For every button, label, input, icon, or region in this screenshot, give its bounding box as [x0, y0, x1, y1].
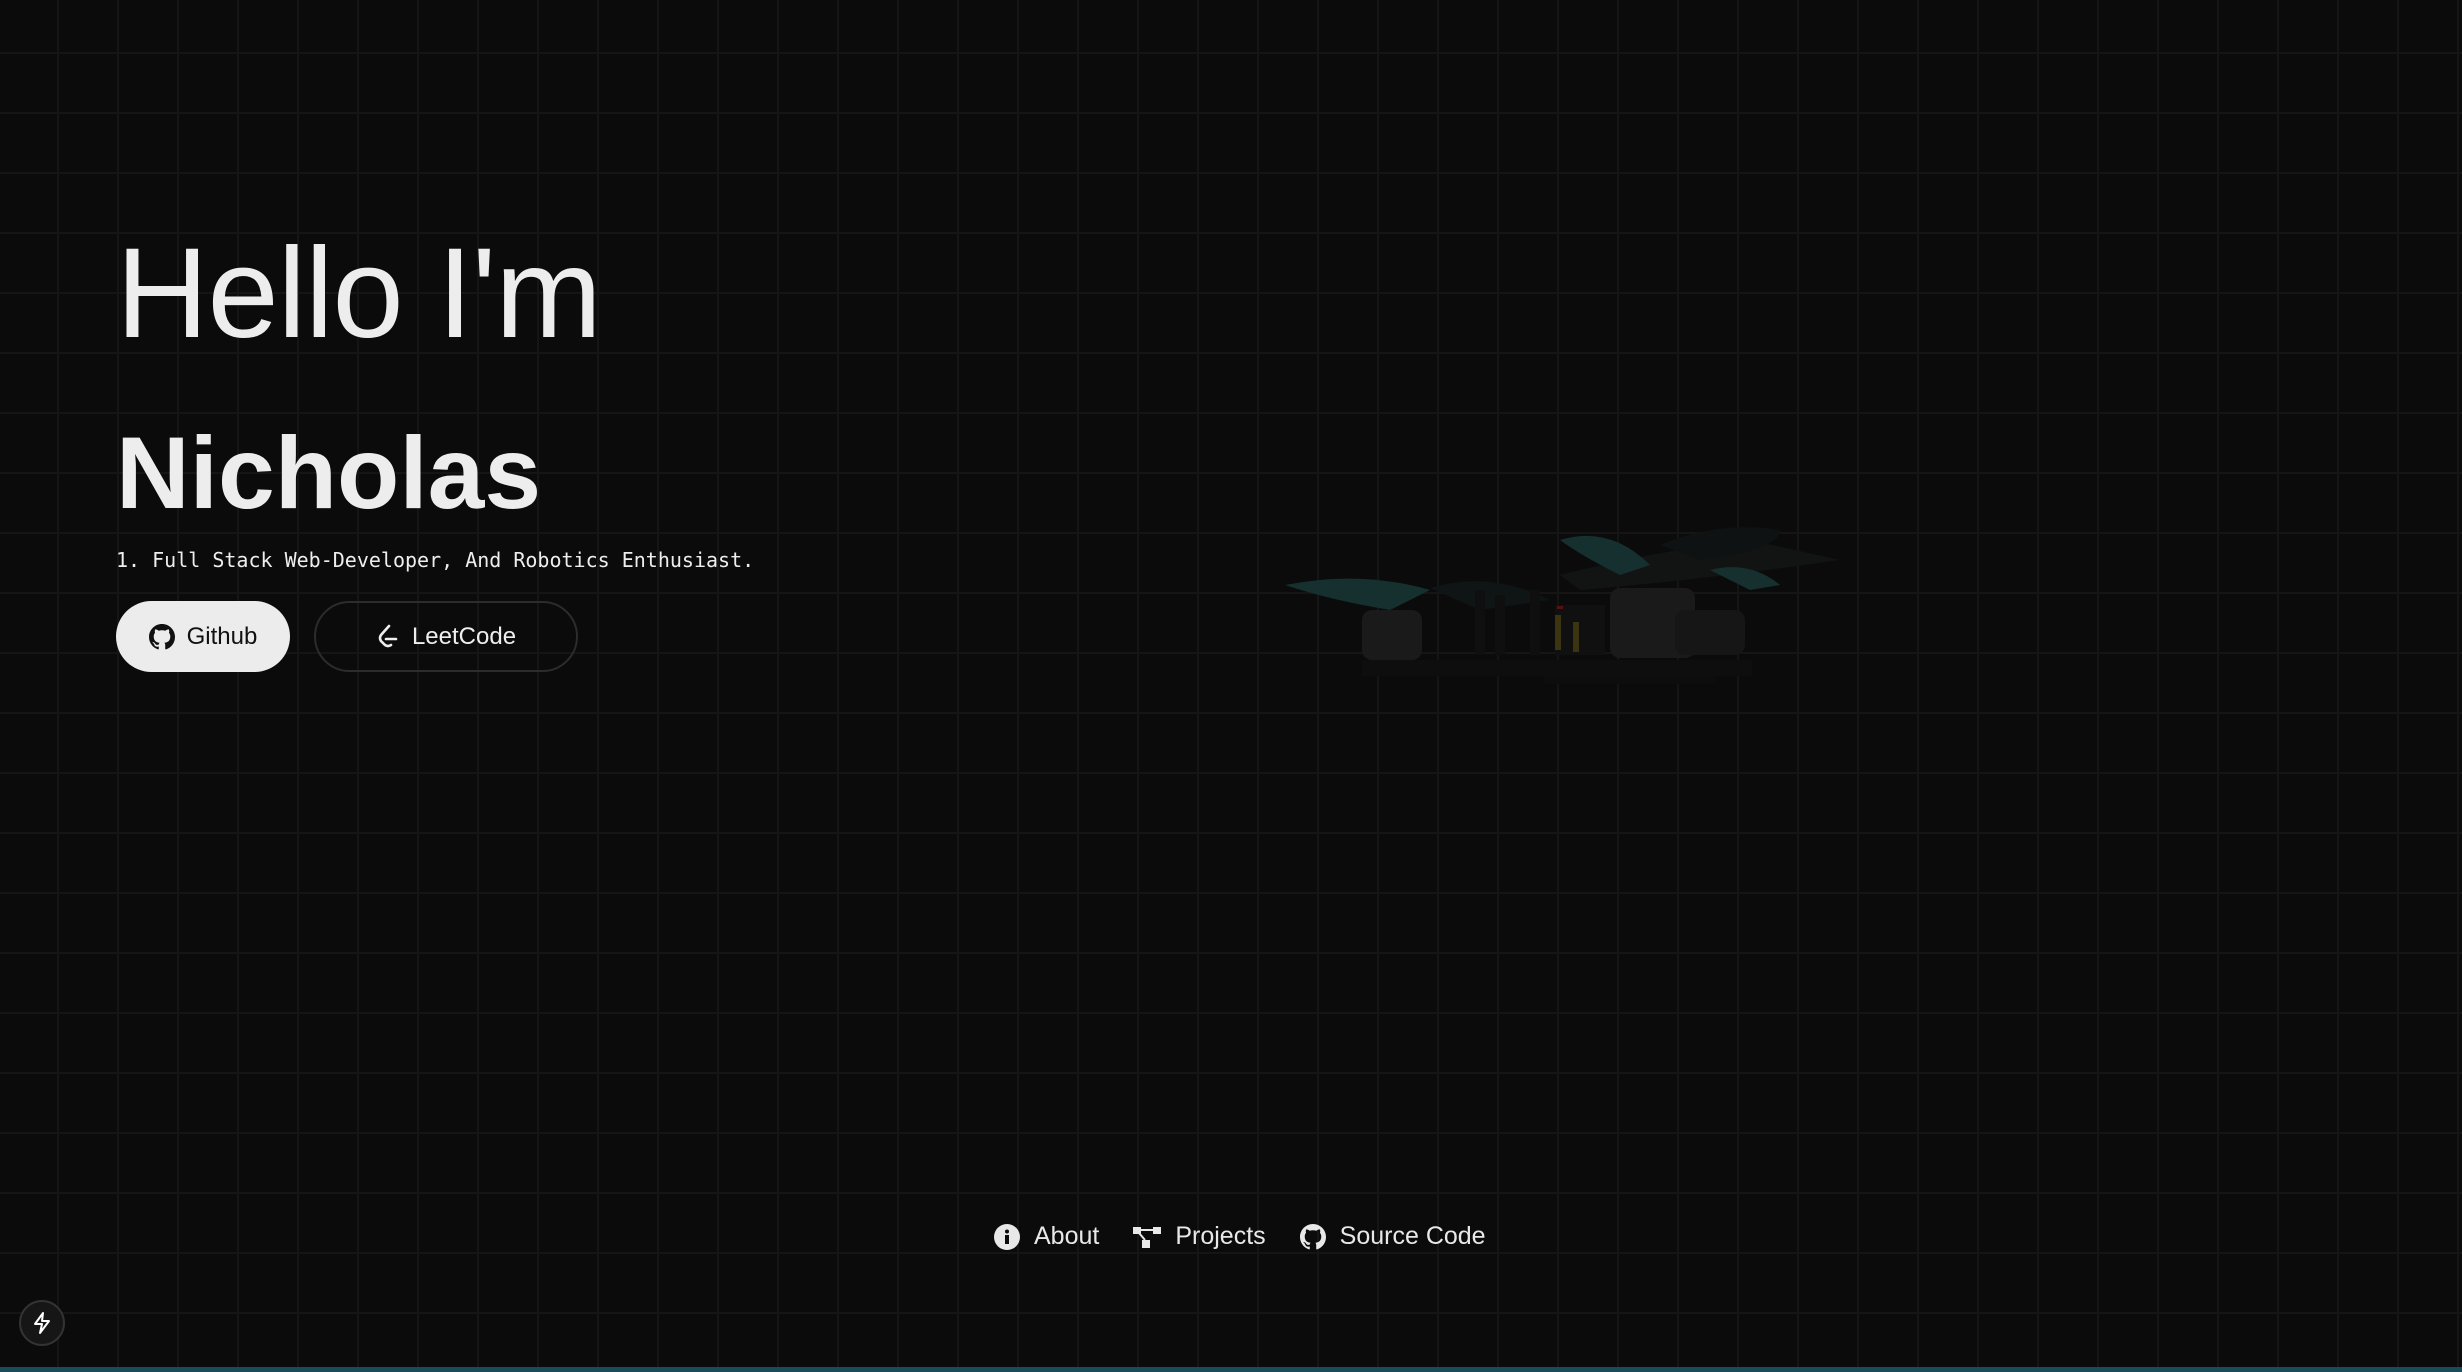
info-icon	[994, 1223, 1020, 1250]
name-heading: Nicholas	[116, 416, 542, 530]
nav-source-code[interactable]: Source Code	[1299, 1222, 1486, 1251]
hero-section: Hello I'm Nicholas 1. Full Stack Web-Dev…	[116, 222, 754, 672]
lightning-icon	[34, 1312, 50, 1334]
footer-nav: About Projects Source Code	[994, 1222, 1486, 1251]
bottom-accent-bar	[0, 1367, 2462, 1372]
nav-about-label: About	[1034, 1222, 1100, 1250]
projects-icon	[1133, 1226, 1162, 1248]
performance-toggle-button[interactable]	[19, 1300, 65, 1346]
leetcode-button[interactable]: LeetCode	[314, 601, 578, 672]
github-button-label: Github	[186, 622, 258, 650]
nav-projects[interactable]: Projects	[1133, 1222, 1266, 1251]
leetcode-icon	[378, 624, 398, 647]
nav-projects-label: Projects	[1175, 1222, 1266, 1250]
tagline: 1. Full Stack Web-Developer, And Robotic…	[116, 548, 755, 572]
nav-source-code-label: Source Code	[1339, 1222, 1486, 1250]
github-icon	[1299, 1223, 1326, 1249]
nav-about[interactable]: About	[994, 1222, 1099, 1251]
greeting-heading: Hello I'm	[116, 222, 602, 365]
leetcode-button-label: LeetCode	[411, 622, 517, 650]
drone-3d-model[interactable]	[1280, 510, 2270, 700]
github-button[interactable]: Github	[116, 601, 290, 672]
github-icon	[148, 623, 175, 649]
